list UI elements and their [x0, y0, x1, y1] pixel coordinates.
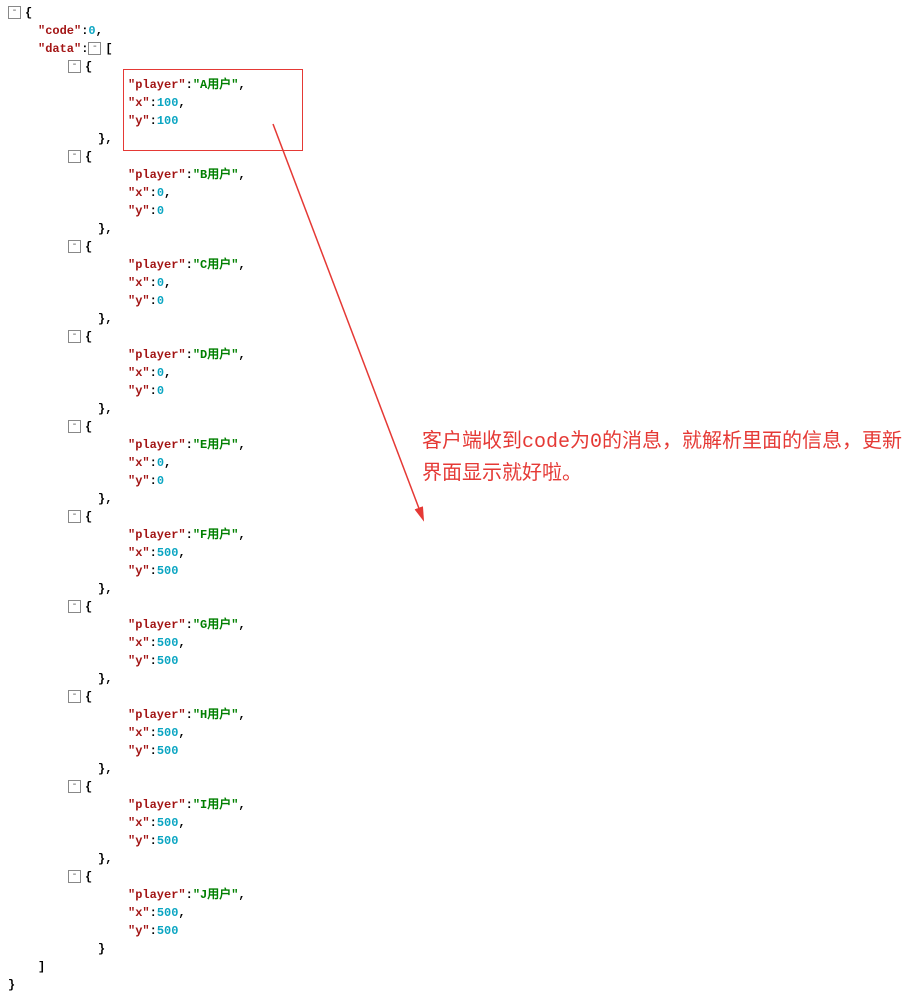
collapse-icon[interactable]: -: [68, 690, 81, 703]
json-line: },: [8, 310, 915, 328]
json-line: "y":100: [8, 112, 915, 130]
collapse-icon[interactable]: -: [68, 780, 81, 793]
collapse-icon[interactable]: -: [68, 60, 81, 73]
collapse-icon[interactable]: -: [8, 6, 21, 19]
json-line: "player":"G用户",: [8, 616, 915, 634]
json-line: },: [8, 760, 915, 778]
collapse-icon[interactable]: -: [68, 600, 81, 613]
json-line: "player":"J用户",: [8, 886, 915, 904]
json-line: },: [8, 850, 915, 868]
json-array-item: -{"player":"I用户","x":500,"y":500},: [8, 778, 915, 868]
json-line: "y":500: [8, 742, 915, 760]
json-line: "x":500,: [8, 904, 915, 922]
collapse-icon[interactable]: -: [68, 870, 81, 883]
collapse-icon[interactable]: -: [68, 150, 81, 163]
json-line: -{: [8, 238, 915, 256]
json-line: "x":100,: [8, 94, 915, 112]
json-line: "y":0: [8, 382, 915, 400]
json-line: "y":500: [8, 562, 915, 580]
json-line: -{: [8, 4, 915, 22]
json-line: }: [8, 940, 915, 958]
json-line: "x":0,: [8, 184, 915, 202]
json-array-item: -{"player":"H用户","x":500,"y":500},: [8, 688, 915, 778]
json-array-item: -{"player":"A用户","x":100,"y":100},: [8, 58, 915, 148]
json-array-item: -{"player":"J用户","x":500,"y":500}: [8, 868, 915, 958]
json-line: -{: [8, 148, 915, 166]
json-line: "y":500: [8, 652, 915, 670]
json-line: },: [8, 220, 915, 238]
json-line: "player":"I用户",: [8, 796, 915, 814]
json-array-item: -{"player":"F用户","x":500,"y":500},: [8, 508, 915, 598]
json-line: "x":0,: [8, 454, 915, 472]
json-line: "y":0: [8, 202, 915, 220]
json-line: "x":0,: [8, 274, 915, 292]
json-line: -{: [8, 508, 915, 526]
json-line: -{: [8, 418, 915, 436]
json-line: ]: [8, 958, 915, 976]
json-line: },: [8, 130, 915, 148]
json-line: "x":0,: [8, 364, 915, 382]
json-line: -{: [8, 328, 915, 346]
json-line: -{: [8, 58, 915, 76]
json-array-item: -{"player":"E用户","x":0,"y":0},: [8, 418, 915, 508]
json-line: },: [8, 580, 915, 598]
json-line: "player":"E用户",: [8, 436, 915, 454]
json-line: "player":"C用户",: [8, 256, 915, 274]
json-line: "y":500: [8, 832, 915, 850]
collapse-icon[interactable]: -: [68, 330, 81, 343]
json-line: },: [8, 490, 915, 508]
json-line: "x":500,: [8, 814, 915, 832]
json-line: -{: [8, 868, 915, 886]
json-line: "player":"B用户",: [8, 166, 915, 184]
json-line: "code":0,: [8, 22, 915, 40]
json-line: "x":500,: [8, 634, 915, 652]
collapse-icon[interactable]: -: [88, 42, 101, 55]
json-line: "player":"F用户",: [8, 526, 915, 544]
json-line: "y":500: [8, 922, 915, 940]
json-line: }: [8, 976, 915, 994]
json-line: -{: [8, 778, 915, 796]
collapse-icon[interactable]: -: [68, 510, 81, 523]
json-line: "y":0: [8, 292, 915, 310]
json-line: -{: [8, 688, 915, 706]
json-line: },: [8, 670, 915, 688]
json-line: -{: [8, 598, 915, 616]
json-tree-viewer: 客户端收到code为0的消息，就解析里面的信息，更新界面显示就好啦。 -{ "c…: [8, 4, 915, 994]
json-array-item: -{"player":"C用户","x":0,"y":0},: [8, 238, 915, 328]
json-line: "data":-[: [8, 40, 915, 58]
json-line: "x":500,: [8, 544, 915, 562]
json-line: },: [8, 400, 915, 418]
json-line: "x":500,: [8, 724, 915, 742]
collapse-icon[interactable]: -: [68, 240, 81, 253]
json-array-item: -{"player":"B用户","x":0,"y":0},: [8, 148, 915, 238]
collapse-icon[interactable]: -: [68, 420, 81, 433]
json-line: "player":"H用户",: [8, 706, 915, 724]
json-line: "y":0: [8, 472, 915, 490]
json-array-item: -{"player":"G用户","x":500,"y":500},: [8, 598, 915, 688]
json-line: "player":"A用户",: [8, 76, 915, 94]
json-array-item: -{"player":"D用户","x":0,"y":0},: [8, 328, 915, 418]
json-line: "player":"D用户",: [8, 346, 915, 364]
